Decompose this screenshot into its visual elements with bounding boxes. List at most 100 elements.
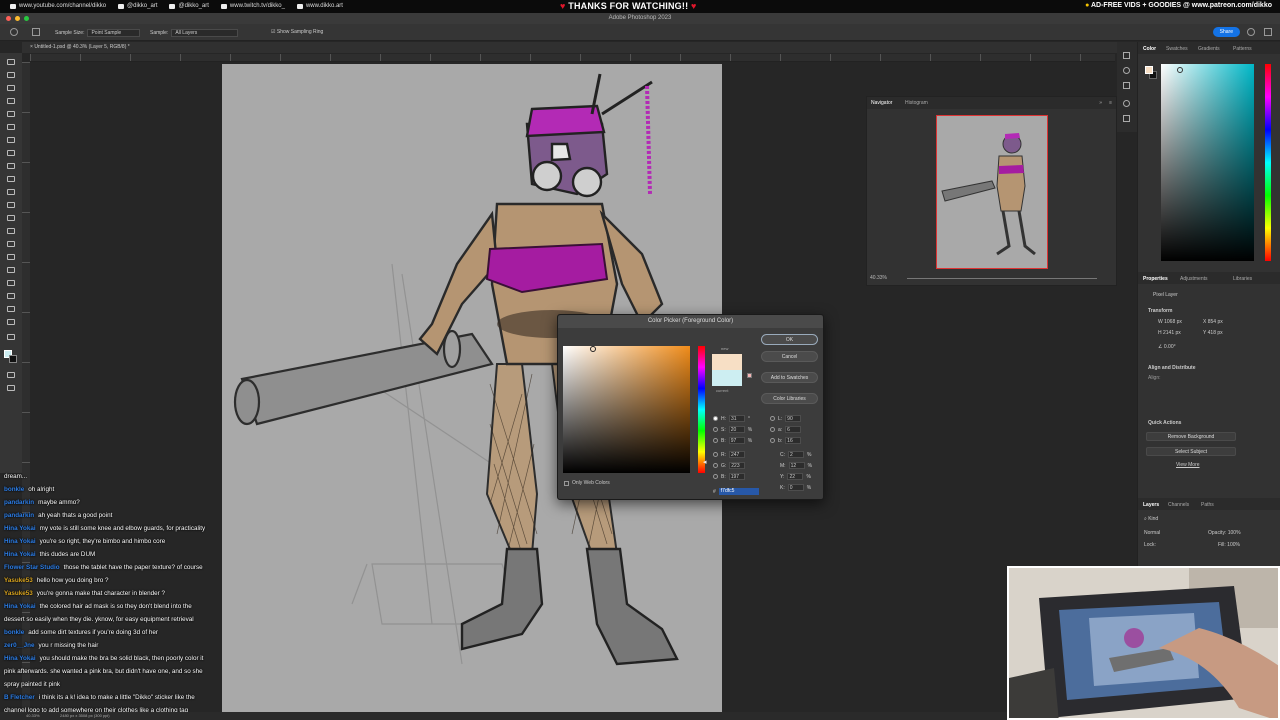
tab-properties[interactable]: Properties bbox=[1143, 276, 1168, 282]
brush-tool[interactable] bbox=[5, 162, 16, 171]
hex-field[interactable]: # f7dfc5 bbox=[713, 488, 759, 495]
color-picker-title[interactable]: Color Picker (Foreground Color) bbox=[558, 315, 823, 328]
history-brush-tool[interactable] bbox=[5, 188, 16, 197]
lock-controls[interactable]: Lock: bbox=[1144, 542, 1156, 548]
lab-b-field[interactable]: b: 16 bbox=[770, 437, 802, 444]
saturation-radio[interactable] bbox=[713, 427, 718, 432]
green-field[interactable]: G: 223 bbox=[713, 462, 746, 469]
only-web-colors-checkbox[interactable]: Only Web Colors bbox=[564, 480, 610, 486]
saturation-brightness-field[interactable] bbox=[563, 346, 690, 473]
width-field[interactable]: W 1068 px bbox=[1158, 319, 1182, 325]
marquee-tool[interactable] bbox=[5, 71, 16, 80]
tab-histogram[interactable]: Histogram bbox=[905, 100, 928, 106]
lab-b-radio[interactable] bbox=[770, 438, 775, 443]
cyan-field[interactable]: C: 2 % bbox=[780, 451, 811, 458]
tab-color[interactable]: Color bbox=[1143, 46, 1156, 52]
crop-tool[interactable] bbox=[5, 110, 16, 119]
hand-tool[interactable] bbox=[5, 305, 16, 314]
move-tool[interactable] bbox=[5, 58, 16, 67]
shape-tool[interactable] bbox=[5, 292, 16, 301]
hue-radio[interactable] bbox=[713, 416, 718, 421]
tab-gradients[interactable]: Gradients bbox=[1198, 46, 1220, 52]
healing-tool[interactable] bbox=[5, 149, 16, 158]
eyedropper-tool[interactable] bbox=[5, 136, 16, 145]
y-field[interactable]: Y 418 px bbox=[1203, 330, 1223, 336]
lab-a-radio[interactable] bbox=[770, 427, 775, 432]
opacity-field[interactable]: Opacity: 100% bbox=[1208, 530, 1241, 536]
navigator-thumbnail[interactable] bbox=[936, 115, 1048, 269]
magenta-field[interactable]: M: 12 % bbox=[780, 462, 812, 469]
panel-menu-icon[interactable]: ≡ bbox=[1109, 100, 1112, 106]
brightness-field[interactable]: B: 97 % bbox=[713, 437, 752, 444]
eraser-tool[interactable] bbox=[5, 201, 16, 210]
workspace-icon[interactable] bbox=[1264, 28, 1272, 36]
fill-field[interactable]: Fill: 100% bbox=[1218, 542, 1240, 548]
black-field[interactable]: K: 0 % bbox=[780, 484, 811, 491]
angle-field[interactable]: ∠ 0.00° bbox=[1158, 344, 1176, 350]
quick-mask-tool[interactable] bbox=[5, 371, 16, 380]
eyedropper-tool-icon[interactable] bbox=[32, 28, 40, 36]
color-panel-field[interactable] bbox=[1161, 64, 1254, 261]
screen-mode-tool[interactable] bbox=[5, 384, 16, 393]
color-cursor[interactable] bbox=[590, 346, 596, 352]
status-zoom[interactable]: 40.33% bbox=[26, 713, 40, 718]
view-more-link[interactable]: View More bbox=[1176, 462, 1200, 468]
current-color-swatch[interactable] bbox=[712, 370, 742, 386]
color-panel-cursor[interactable] bbox=[1177, 67, 1183, 73]
blue-radio[interactable] bbox=[713, 474, 718, 479]
stamp-tool[interactable] bbox=[5, 175, 16, 184]
tab-patterns[interactable]: Patterns bbox=[1233, 46, 1252, 52]
zoom-tool[interactable] bbox=[5, 318, 16, 327]
red-field[interactable]: R: 247 bbox=[713, 451, 745, 458]
adjust-icon[interactable] bbox=[1123, 100, 1130, 107]
close-window-button[interactable] bbox=[6, 16, 11, 21]
checkbox-icon[interactable] bbox=[564, 480, 569, 486]
lab-l-radio[interactable] bbox=[770, 416, 775, 421]
hue-slider-arrow-icon[interactable]: ◂ bbox=[703, 458, 707, 466]
sample-select[interactable]: All Layers bbox=[171, 29, 239, 37]
gradient-tool[interactable] bbox=[5, 214, 16, 223]
remove-background-button[interactable]: Remove Background bbox=[1146, 432, 1236, 441]
height-field[interactable]: H 2141 px bbox=[1158, 330, 1181, 336]
tab-paths[interactable]: Paths bbox=[1201, 502, 1214, 508]
blur-tool[interactable] bbox=[5, 227, 16, 236]
tab-navigator[interactable]: Navigator bbox=[871, 100, 892, 106]
brightness-radio[interactable] bbox=[713, 438, 718, 443]
play-icon[interactable] bbox=[1123, 67, 1130, 74]
sample-size-select[interactable]: Point Sample bbox=[87, 29, 141, 37]
lab-l-field[interactable]: L: 90 bbox=[770, 415, 802, 422]
align-heading[interactable]: Align and Distribute bbox=[1148, 365, 1196, 371]
select-subject-button[interactable]: Select Subject bbox=[1146, 447, 1236, 456]
comment-icon[interactable] bbox=[1123, 82, 1130, 89]
frame-tool[interactable] bbox=[5, 123, 16, 132]
collapse-icon[interactable]: » bbox=[1099, 100, 1102, 106]
blend-mode-select[interactable]: Normal bbox=[1144, 530, 1160, 536]
path-select-tool[interactable] bbox=[5, 279, 16, 288]
layer-filter-select[interactable]: ⌕ Kind bbox=[1144, 516, 1158, 522]
minimize-window-button[interactable] bbox=[15, 16, 20, 21]
zoom-window-button[interactable] bbox=[24, 16, 29, 21]
green-radio[interactable] bbox=[713, 463, 718, 468]
properties-icon[interactable] bbox=[1123, 115, 1130, 122]
home-icon[interactable] bbox=[10, 28, 18, 36]
dodge-tool[interactable] bbox=[5, 240, 16, 249]
quick-actions-heading[interactable]: Quick Actions bbox=[1148, 420, 1181, 426]
hue-field[interactable]: H: 31 ° bbox=[713, 415, 750, 422]
hue-slider[interactable] bbox=[698, 346, 705, 473]
tab-swatches[interactable]: Swatches bbox=[1166, 46, 1188, 52]
show-sampling-ring-checkbox[interactable]: ☑ Show Sampling Ring bbox=[271, 29, 323, 35]
lab-a-field[interactable]: a: 6 bbox=[770, 426, 802, 433]
color-libraries-button[interactable]: Color Libraries bbox=[761, 393, 818, 404]
tab-channels[interactable]: Channels bbox=[1168, 502, 1189, 508]
navigator-zoom-value[interactable]: 40.33% bbox=[870, 275, 887, 281]
blue-field[interactable]: B: 197 bbox=[713, 473, 745, 480]
search-icon[interactable] bbox=[1247, 28, 1255, 36]
ok-button[interactable]: OK bbox=[761, 334, 818, 345]
color-panel-hue-slider[interactable] bbox=[1265, 64, 1271, 261]
tab-layers[interactable]: Layers bbox=[1143, 502, 1159, 508]
tab-libraries[interactable]: Libraries bbox=[1233, 276, 1252, 282]
pen-tool[interactable] bbox=[5, 253, 16, 262]
share-button[interactable]: Share bbox=[1212, 27, 1240, 37]
saturation-field[interactable]: S: 20 % bbox=[713, 426, 752, 433]
color-panel-foreground-swatch[interactable] bbox=[1145, 66, 1153, 74]
